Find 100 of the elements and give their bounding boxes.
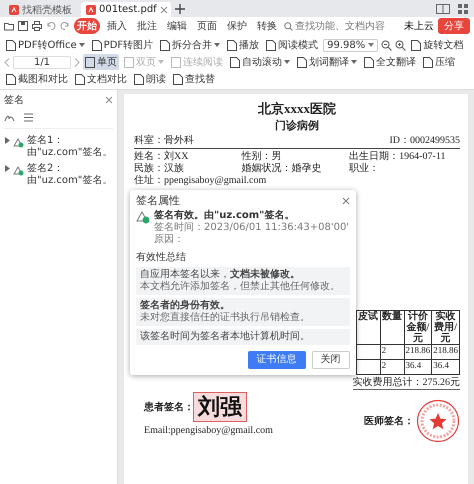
search-icon <box>284 22 293 30</box>
zoom-out-icon[interactable] <box>381 40 392 50</box>
toolbar-button[interactable]: 播放 <box>225 37 262 53</box>
record-title: 门诊病例 <box>274 118 320 133</box>
document-icon <box>227 40 238 50</box>
close-icon[interactable] <box>342 197 350 205</box>
handwritten-signature: 刘强 <box>194 393 246 421</box>
layout-icon[interactable] <box>436 4 450 14</box>
menu-tab[interactable]: 编辑 <box>164 18 190 34</box>
toolbar-button[interactable]: 拆分合并 <box>158 37 222 53</box>
menu-tab[interactable]: 转换 <box>254 18 280 34</box>
toolbar-button[interactable]: 压缩 <box>421 54 457 70</box>
close-icon[interactable] <box>105 96 113 104</box>
expand-arrow-icon[interactable] <box>4 165 10 172</box>
document-tab[interactable]: 找稻壳模板 <box>4 2 77 17</box>
toolbar-button[interactable]: 截图和对比 <box>4 71 70 87</box>
note-text: 该签名时间为签名者本地计算机时间。 <box>140 331 311 343</box>
toolbar-button[interactable]: 查找替 <box>171 71 217 87</box>
note-text: 自应用本签名以来，文档未被修改。 <box>140 269 301 280</box>
plus-icon[interactable] <box>175 4 185 14</box>
cloud-button[interactable]: 未上云 <box>404 19 434 33</box>
column-header: 实收费用/元 <box>432 310 460 344</box>
pdf-icon <box>9 4 19 14</box>
grid-icon[interactable] <box>458 4 468 14</box>
table-cell: 2 <box>380 344 404 360</box>
column-header: 数量 <box>380 310 404 344</box>
view-mode-button[interactable]: 单页 <box>83 54 119 70</box>
field-text: 姓名：刘XX <box>134 151 190 162</box>
printer-icon[interactable] <box>32 21 42 31</box>
save-icon[interactable] <box>18 21 28 31</box>
note-text: 未对您直接信任的证书执行吊销检查。 <box>140 312 311 324</box>
document-icon <box>297 56 307 68</box>
page-icon <box>171 56 181 68</box>
toolbar-button[interactable]: 文档对比 <box>73 71 129 87</box>
toolbar-button[interactable]: 全文翻译 <box>362 54 418 70</box>
document-icon <box>92 40 102 50</box>
folder-icon[interactable] <box>4 21 14 31</box>
pdf-icon <box>86 4 96 14</box>
list-icon[interactable] <box>23 112 34 123</box>
close-icon[interactable] <box>160 6 168 14</box>
toolbar-button[interactable]: 划词翻译 <box>295 54 359 70</box>
toolbar-button[interactable]: 自动滚动 <box>228 54 292 70</box>
toolbar-button[interactable]: 旋转文档 <box>409 37 466 53</box>
signature-item[interactable]: 签名1：由"uz.com"签名。 <box>4 133 113 161</box>
hospital-name: 北京xxxx医院 <box>256 100 337 118</box>
dialog-button[interactable]: 关闭 <box>312 351 350 369</box>
note-text: 本文档允许添加签名，但禁止其他任何修改。 <box>140 281 341 293</box>
column-header: 计价金额/元 <box>404 310 432 344</box>
zoom-field[interactable]: 99.98% <box>323 38 378 52</box>
document-icon <box>364 56 374 68</box>
menu-tab[interactable]: 页面 <box>194 18 220 34</box>
signature-status: 签名有效。由"uz.com"签名。 <box>154 210 296 222</box>
table-cell: 218.86 <box>404 344 432 360</box>
valid-signature-icon <box>13 137 24 148</box>
seal-drawing <box>416 399 460 443</box>
document-icon <box>6 40 16 50</box>
field-text: 职业： <box>349 163 380 175</box>
document-icon <box>160 40 170 50</box>
toolbar-button[interactable]: 阅读模式 <box>264 37 320 53</box>
undo-icon[interactable] <box>46 21 56 31</box>
menu-tab[interactable]: 插入 <box>104 18 130 34</box>
signature-item[interactable]: 签名2：由"uz.com"签名。 <box>4 161 113 189</box>
redo-icon[interactable] <box>60 21 70 31</box>
menu-tab[interactable]: 开始 <box>74 18 100 34</box>
dialog-title: 签名属性 <box>136 195 180 207</box>
reason-label: 原因： <box>154 234 185 246</box>
page-icon <box>85 56 95 68</box>
id-text: ID：0002499535 <box>389 134 460 147</box>
field-text: 出生日期：1964-07-11 <box>349 151 446 162</box>
document-icon <box>75 74 85 84</box>
field-text: 性别：男 <box>242 151 283 162</box>
toolbar-button[interactable]: PDF转Office <box>4 37 87 53</box>
toolbar-button[interactable]: 朗读 <box>132 71 168 87</box>
field-text: 婚姻状况：婚孕史 <box>242 163 323 175</box>
zoom-in-icon[interactable] <box>395 40 406 50</box>
patient-signature-label: 患者签名： <box>144 400 194 414</box>
page-number-field[interactable]: 1/1 <box>13 56 71 68</box>
document-icon <box>266 40 276 50</box>
document-tab[interactable]: 001test.pdf <box>81 2 171 17</box>
doctor-signature-label: 医师签名： <box>364 414 414 428</box>
table-cell: 2 <box>380 360 404 374</box>
menu-tab[interactable]: 批注 <box>134 18 160 34</box>
menu-tab[interactable]: 保护 <box>224 18 250 34</box>
document-icon <box>411 40 422 50</box>
table-cell: 36.4 <box>404 360 432 374</box>
document-icon <box>173 74 183 84</box>
document-icon <box>134 74 144 84</box>
dialog-button[interactable]: 证书信息 <box>248 351 306 369</box>
table-cell <box>356 344 380 360</box>
page-icon <box>124 56 134 68</box>
field-text: 住址：ppengisaboy@gmail.com <box>134 175 266 187</box>
valid-signature-icon <box>136 210 150 224</box>
share-button[interactable]: 分享 <box>438 18 470 34</box>
column-header: 皮试 <box>356 310 380 344</box>
section-heading: 有效性总结 <box>136 252 187 264</box>
department-text: 科室：骨外科 <box>134 134 194 147</box>
table-cell: 218.86 <box>432 344 460 360</box>
field-text: 民族：汉族 <box>134 163 185 174</box>
expand-arrow-icon[interactable] <box>4 137 10 144</box>
toolbar-button[interactable]: PDF转图片 <box>90 37 156 53</box>
